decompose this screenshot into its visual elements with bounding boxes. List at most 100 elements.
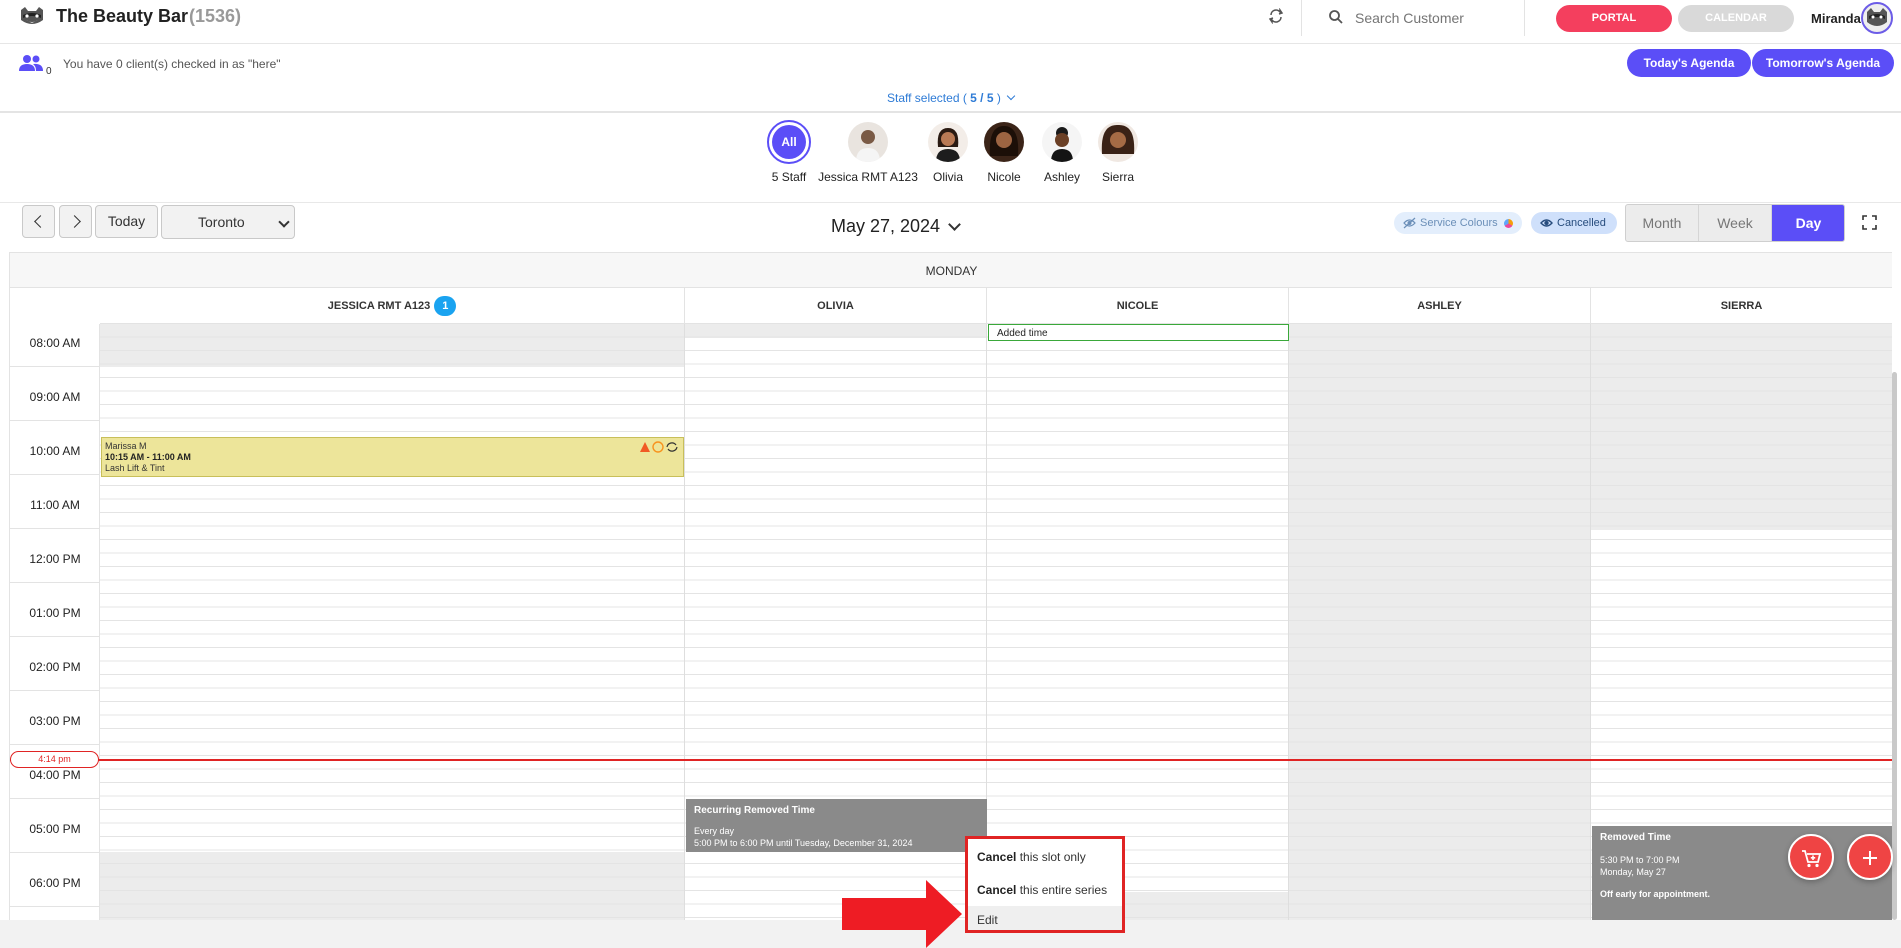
column-header-sierra: SIERRA xyxy=(1591,288,1892,324)
tomorrows-agenda-button[interactable]: Tomorrow's Agenda xyxy=(1752,49,1894,77)
chevron-down-icon xyxy=(1006,91,1016,101)
appointment-block[interactable]: Marissa M 10:15 AM - 11:00 AM Lash Lift … xyxy=(101,437,684,477)
raccoon-logo-icon xyxy=(21,7,43,24)
people-icon xyxy=(19,55,43,71)
avatar xyxy=(984,122,1024,162)
service-colours-toggle[interactable]: Service Colours xyxy=(1394,212,1522,234)
chevron-down-icon[interactable] xyxy=(948,218,961,231)
date-title[interactable]: May 27, 2024 xyxy=(831,216,940,237)
staff-sierra[interactable]: Sierra xyxy=(1088,122,1148,184)
staff-selected-prefix: Staff selected ( xyxy=(887,91,967,105)
portal-button[interactable]: PORTAL xyxy=(1556,5,1672,32)
warning-icon xyxy=(640,442,650,452)
staff-ashley[interactable]: Ashley xyxy=(1032,122,1092,184)
cancelled-toggle[interactable]: Cancelled xyxy=(1531,212,1617,234)
all-staff-avatar: All xyxy=(767,120,811,164)
appointment-count-badge: 1 xyxy=(434,296,457,317)
search-customer-input[interactable] xyxy=(1355,6,1515,30)
plus-icon xyxy=(1863,850,1877,865)
staff-olivia[interactable]: Olivia xyxy=(918,122,978,184)
hour-divider xyxy=(10,582,100,583)
hour-divider xyxy=(10,474,100,475)
time-label: 01:00 PM xyxy=(29,606,81,620)
staff-jessica[interactable]: Jessica RMT A123 xyxy=(818,122,918,184)
staff-label: Nicole xyxy=(987,170,1021,184)
removed-title: Recurring Removed Time xyxy=(694,805,815,816)
column-header-jessica: JESSICA RMT A123 1 xyxy=(100,288,685,324)
hour-divider xyxy=(10,744,100,745)
recurring-removed-time-block[interactable]: Recurring Removed Time Every day 5:00 PM… xyxy=(686,799,987,852)
removed-date: Monday, May 27 xyxy=(1600,867,1666,877)
column-header-ashley: ASHLEY xyxy=(1289,288,1591,324)
staff-label: Jessica RMT A123 xyxy=(818,170,918,184)
avatar xyxy=(928,122,968,162)
staff-label: Olivia xyxy=(932,170,963,184)
add-button[interactable] xyxy=(1847,834,1893,880)
staff-selected-suffix: ) xyxy=(996,91,1001,105)
time-label: 09:00 AM xyxy=(29,390,81,404)
cancel-slot-menu-item[interactable]: Cancel this slot only xyxy=(968,842,1122,872)
time-label: 03:00 PM xyxy=(29,714,81,728)
view-switcher: Month Week Day xyxy=(1625,204,1845,242)
hour-divider xyxy=(10,366,100,367)
edit-menu-item[interactable]: Edit xyxy=(968,906,1122,930)
appointment-service: Lash Lift & Tint xyxy=(105,463,165,473)
cancel-series-menu-item[interactable]: Cancel this entire series xyxy=(968,875,1122,905)
scrollbar[interactable] xyxy=(1892,372,1897,920)
todays-agenda-button[interactable]: Today's Agenda xyxy=(1627,49,1751,77)
hour-divider xyxy=(10,690,100,691)
hour-divider xyxy=(10,636,100,637)
staff-label: 5 Staff xyxy=(771,170,807,184)
staff-nicole[interactable]: Nicole xyxy=(974,122,1034,184)
eye-off-icon xyxy=(1403,217,1416,229)
view-week-button[interactable]: Week xyxy=(1699,205,1772,241)
staff-all[interactable]: All 5 Staff xyxy=(758,120,820,184)
hour-divider xyxy=(10,798,100,799)
hour-divider xyxy=(10,906,100,907)
user-avatar[interactable] xyxy=(1861,2,1893,34)
day-header: MONDAY xyxy=(10,252,1892,288)
context-menu: Cancel this slot only Cancel this entire… xyxy=(965,836,1125,933)
column-nicole[interactable] xyxy=(987,324,1289,920)
search-icon xyxy=(1329,10,1343,24)
hour-divider xyxy=(10,420,100,421)
time-label: 11:00 AM xyxy=(30,498,80,512)
cart-button[interactable] xyxy=(1788,834,1834,880)
appointment-client: Marissa M xyxy=(105,441,147,451)
hour-divider xyxy=(10,852,100,853)
staff-label: Ashley xyxy=(1043,170,1081,184)
removed-title: Removed Time xyxy=(1600,832,1671,843)
column-header-nicole: NICOLE xyxy=(987,288,1289,324)
prev-button[interactable] xyxy=(22,205,55,238)
column-ashley[interactable] xyxy=(1289,324,1591,920)
removed-time-block[interactable]: Removed Time 5:30 PM to 7:00 PM Monday, … xyxy=(1592,826,1892,920)
chevron-right-icon xyxy=(67,215,81,228)
avatar xyxy=(848,122,888,162)
time-label: 05:00 PM xyxy=(29,822,81,836)
view-day-button[interactable]: Day xyxy=(1772,205,1844,241)
staff-selected-value: 5 / 5 xyxy=(970,91,994,105)
staff-selected-dropdown[interactable]: Staff selected ( 5 / 5 ) xyxy=(887,91,1016,105)
column-jessica[interactable] xyxy=(100,324,685,920)
time-slots xyxy=(1289,324,1590,920)
staff-label: Sierra xyxy=(1101,170,1134,184)
menu-item-bold: Cancel xyxy=(977,850,1017,864)
calendar-button[interactable]: CALENDAR xyxy=(1678,5,1794,32)
timezone-select[interactable]: Toronto xyxy=(161,205,295,239)
next-button[interactable] xyxy=(59,205,92,238)
time-label: 08:00 AM xyxy=(29,336,81,350)
time-label: 06:00 PM xyxy=(29,876,81,890)
fullscreen-icon[interactable] xyxy=(1862,215,1877,230)
palette-icon xyxy=(1503,218,1513,228)
brand-count: (1536) xyxy=(189,6,242,26)
sync-icon[interactable] xyxy=(1266,7,1286,28)
checkin-text: You have 0 client(s) checked in as "here… xyxy=(63,57,281,71)
divider xyxy=(1301,0,1302,36)
appointment-time: 10:15 AM - 11:00 AM xyxy=(105,452,191,462)
removed-rule: Every day xyxy=(694,826,735,836)
user-name[interactable]: Miranda xyxy=(1811,11,1861,26)
view-month-button[interactable]: Month xyxy=(1626,205,1699,241)
added-time-block[interactable]: Added time xyxy=(988,324,1289,341)
menu-item-bold: Cancel xyxy=(977,883,1017,897)
today-button[interactable]: Today xyxy=(95,205,158,238)
